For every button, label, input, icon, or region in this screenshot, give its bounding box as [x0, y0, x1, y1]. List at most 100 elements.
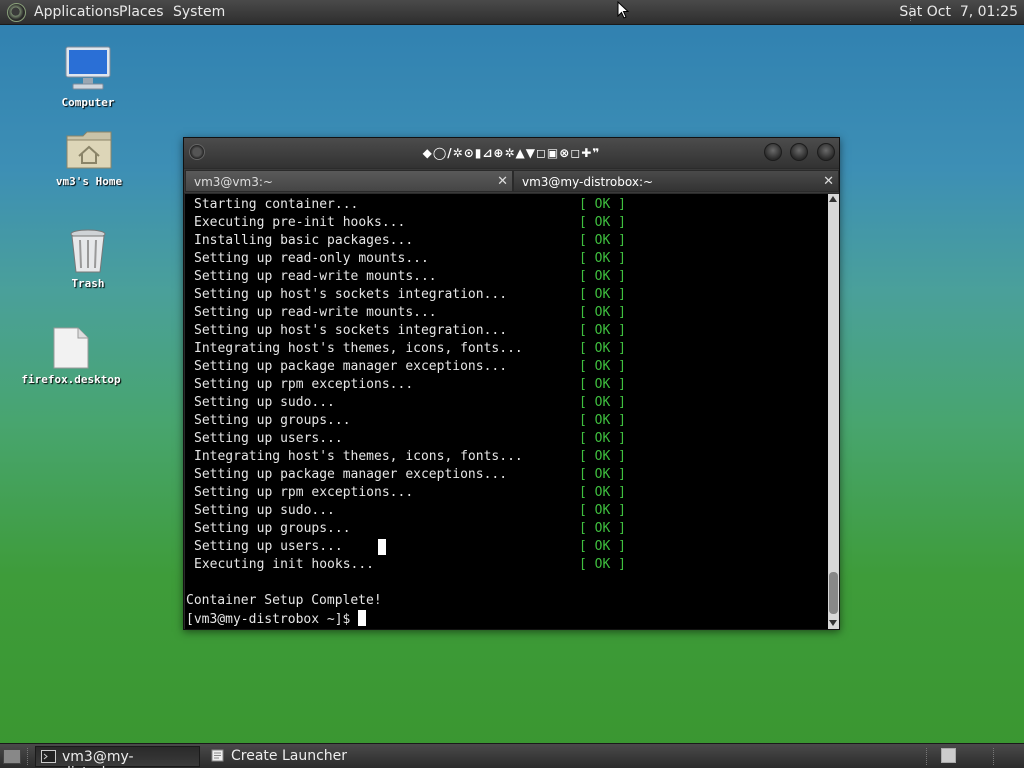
terminal-line: Setting up package manager exceptions...…: [185, 358, 828, 376]
terminal-line: Setting up rpm exceptions... [ OK ]: [185, 484, 828, 502]
terminal-line-text: Setting up rpm exceptions...: [194, 485, 414, 500]
terminal-line: Setting up users... [ OK ]: [185, 430, 828, 448]
panel-separator: [993, 748, 995, 765]
terminal-line: Setting up groups... [ OK ]: [185, 412, 828, 430]
terminal-line-text: Setting up users...: [194, 539, 343, 554]
taskbar-item-terminal[interactable]: vm3@my-distrobox:~: [35, 746, 200, 768]
terminal-icon: [41, 750, 56, 763]
ok-status: [ OK ]: [579, 485, 626, 500]
scrollbar-thumb[interactable]: [829, 572, 838, 614]
terminal-line: Setting up rpm exceptions... [ OK ]: [185, 376, 828, 394]
terminal-line-text: Setting up sudo...: [194, 395, 335, 410]
panel-separator: [27, 748, 29, 765]
home-folder-icon: [66, 131, 112, 169]
desktop-icon-firefox-desktop[interactable]: firefox.desktop: [12, 326, 130, 386]
terminal-output[interactable]: Starting container...[ OK ] Executing pre…: [185, 194, 828, 629]
ok-status: [ OK ]: [579, 449, 626, 464]
terminal-line-text: Executing pre-init hooks...: [194, 215, 406, 230]
terminal-line-text: Setting up users...: [194, 431, 343, 446]
taskbar-item-label: vm3@my-distrobox:~: [62, 749, 143, 768]
ok-status: [ OK ]: [579, 413, 626, 428]
file-icon: [53, 327, 89, 369]
terminal-line: Integrating host's themes, icons, fonts.…: [185, 340, 828, 358]
tab-vm3[interactable]: vm3@vm3:~ ✕: [185, 170, 513, 192]
trash-icon: [70, 229, 106, 273]
tab-close-icon[interactable]: ✕: [823, 174, 834, 189]
ok-status: [ OK ]: [579, 215, 626, 230]
shell-prompt: [vm3@my-distrobox ~]$: [186, 612, 359, 627]
workspace-switcher[interactable]: [941, 748, 956, 763]
window-title: ◆◯/✲⊙▮⊿⊕✲▲▼◻▣⊗◻✚❞: [422, 146, 601, 160]
terminal-line: Setting up groups... [ OK ]: [185, 520, 828, 538]
terminal-line: Setting up sudo... [ OK ]: [185, 394, 828, 412]
terminal-line-text: Setting up read-write mounts...: [194, 305, 437, 320]
terminal-line-text: Starting container...: [194, 197, 359, 212]
applications-menu[interactable]: Applications: [34, 4, 120, 20]
maximize-button[interactable]: [790, 143, 808, 161]
places-menu[interactable]: Places: [119, 4, 164, 20]
terminal-line-text: Executing init hooks...: [194, 557, 375, 572]
tab-bar: vm3@vm3:~ ✕ vm3@my-distrobox:~ ✕: [184, 169, 839, 193]
tab-my-distrobox[interactable]: vm3@my-distrobox:~ ✕: [513, 170, 839, 192]
terminal-line: Setting up read-write mounts... [ OK ]: [185, 268, 828, 286]
desktop-icon-computer[interactable]: Computer: [50, 45, 126, 109]
terminal-line-text: Setting up sudo...: [194, 503, 335, 518]
ok-status: [ OK ]: [579, 467, 626, 482]
terminal-line: Executing pre-init hooks... [ OK ]: [185, 214, 828, 232]
taskbar-item-create-launcher[interactable]: Create Launcher: [205, 746, 375, 767]
desktop-icon-label: Trash: [71, 277, 105, 290]
minimize-button[interactable]: [764, 143, 782, 161]
terminal-line: Setting up host's sockets integration...…: [185, 286, 828, 304]
window-titlebar[interactable]: ◆◯/✲⊙▮⊿⊕✲▲▼◻▣⊗◻✚❞: [184, 138, 839, 168]
terminal-line-text: Setting up package manager exceptions...: [194, 359, 508, 374]
launcher-icon: [211, 749, 224, 762]
setup-complete-message: Container Setup Complete!: [186, 593, 382, 608]
terminal-line: Installing basic packages... [ OK ]: [185, 232, 828, 250]
ok-status: [ OK ]: [579, 395, 626, 410]
terminal-line-text: Setting up host's sockets integration...: [194, 323, 508, 338]
ok-status: [ OK ]: [579, 251, 626, 266]
ok-status: [ OK ]: [579, 521, 626, 536]
ok-status: [ OK ]: [579, 341, 626, 356]
prompt-line[interactable]: [vm3@my-distrobox ~]$: [185, 610, 828, 628]
clock[interactable]: Sat Oct 7, 01:25: [899, 4, 1018, 20]
terminal-line: Setting up users... [ OK ]: [185, 538, 828, 556]
terminal-line-text: Setting up package manager exceptions...: [194, 467, 508, 482]
ok-status: [ OK ]: [579, 557, 626, 572]
ok-status: [ OK ]: [579, 377, 626, 392]
top-panel: Applications Places System Sat Oct 7, 01…: [0, 0, 1024, 25]
taskbar-item-label: Create Launcher: [231, 748, 348, 764]
bottom-panel: vm3@my-distrobox:~ Create Launcher: [0, 743, 1024, 768]
desktop-icon-home[interactable]: vm3's Home: [44, 128, 134, 188]
terminal-window[interactable]: ◆◯/✲⊙▮⊿⊕✲▲▼◻▣⊗◻✚❞ vm3@vm3:~ ✕ vm3@my-dis…: [183, 137, 840, 630]
ok-status: [ OK ]: [579, 269, 626, 284]
scroll-up-icon[interactable]: [829, 196, 837, 202]
desktop-icon-trash[interactable]: Trash: [52, 228, 124, 290]
terminal-line: Starting container... [ OK ]: [185, 196, 828, 214]
terminal-scrollbar[interactable]: [828, 194, 839, 629]
show-desktop-icon[interactable]: [3, 749, 21, 764]
ok-status: [ OK ]: [579, 233, 626, 248]
gnome-foot-icon[interactable]: [7, 3, 26, 22]
system-menu[interactable]: System: [173, 4, 225, 20]
ok-status: [ OK ]: [579, 539, 626, 554]
panel-separator: [926, 748, 928, 765]
terminal-line-text: Installing basic packages...: [194, 233, 414, 248]
computer-icon: [65, 46, 111, 90]
terminal-line: Setting up package manager exceptions...…: [185, 466, 828, 484]
terminal-line-text: Integrating host's themes, icons, fonts.…: [194, 341, 523, 356]
terminal-line-text: Setting up rpm exceptions...: [194, 377, 414, 392]
ok-status: [ OK ]: [579, 359, 626, 374]
ok-status: [ OK ]: [579, 305, 626, 320]
ok-status: [ OK ]: [579, 287, 626, 302]
terminal-line: Setting up sudo... [ OK ]: [185, 502, 828, 520]
close-button[interactable]: [817, 143, 835, 161]
desktop-icon-label: Computer: [61, 96, 115, 109]
terminal-line: Executing init hooks... [ OK ]: [185, 556, 828, 574]
tab-close-icon[interactable]: ✕: [497, 174, 508, 189]
terminal-line: Setting up read-write mounts... [ OK ]: [185, 304, 828, 322]
desktop-icon-label: firefox.desktop: [21, 373, 121, 386]
terminal-line-text: Setting up host's sockets integration...: [194, 287, 508, 302]
scroll-down-icon[interactable]: [829, 620, 837, 626]
ok-status: [ OK ]: [579, 431, 626, 446]
